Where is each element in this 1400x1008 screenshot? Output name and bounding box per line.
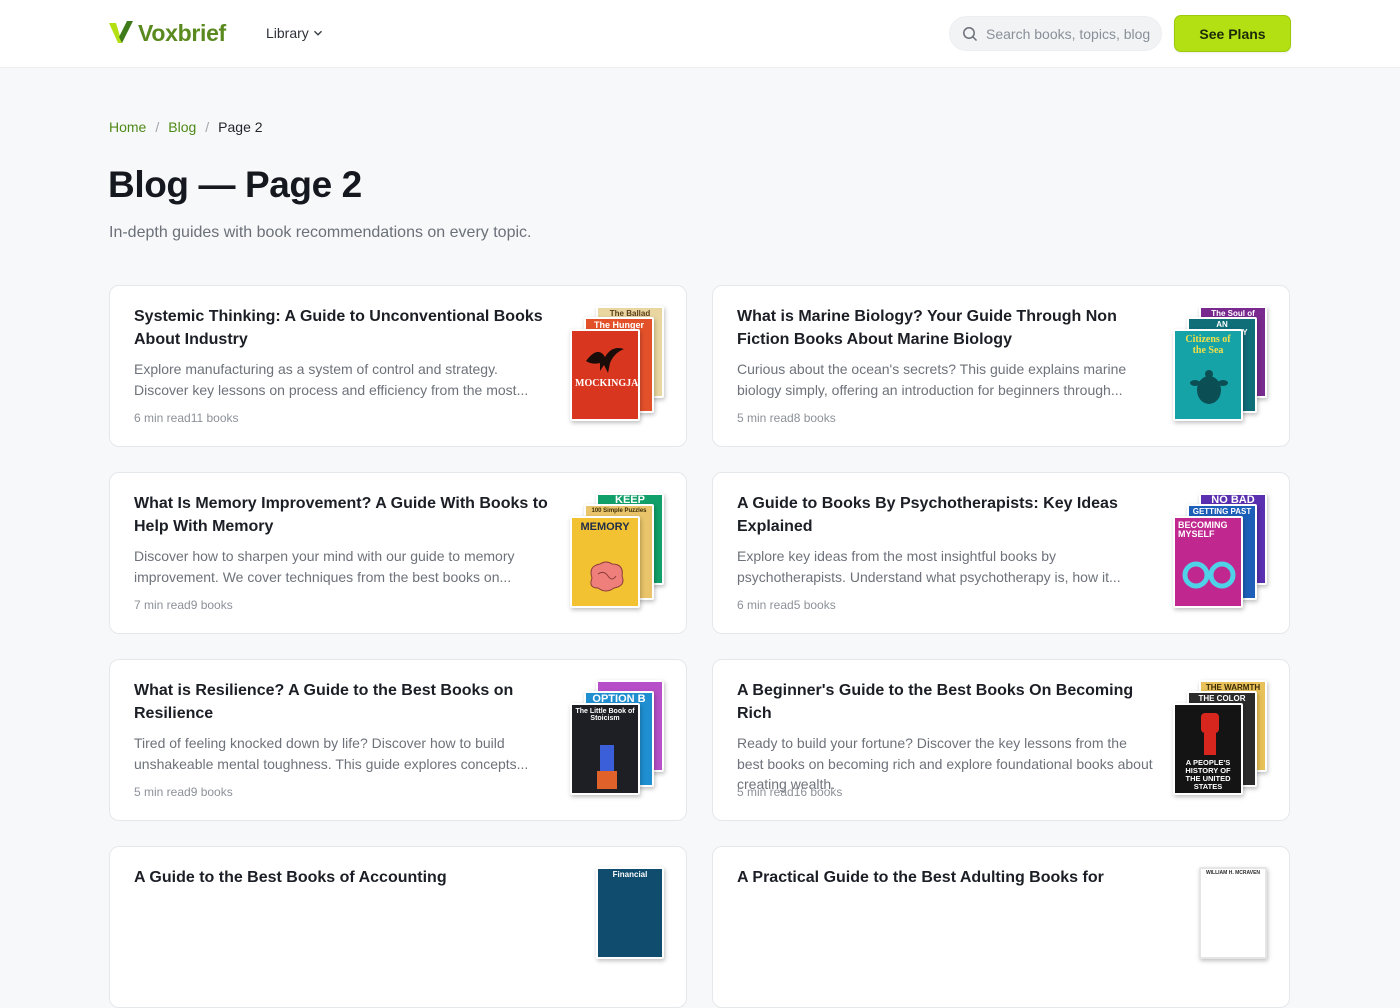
breadcrumb-blog[interactable]: Blog xyxy=(168,119,196,135)
cover-title: Citizens of the Sea xyxy=(1185,334,1231,356)
see-plans-button[interactable]: See Plans xyxy=(1174,15,1291,52)
card-meta: 7 min read9 books xyxy=(134,598,233,612)
book-cover-stack: OPTION B The Little Book of Stoicism xyxy=(570,680,670,800)
book-cover-stack: KEEP 100 Simple Puzzles MEMORY xyxy=(570,493,670,613)
book-cover: Financial xyxy=(596,867,664,959)
cover-title: BECOMING MYSELF xyxy=(1178,520,1228,540)
card-meta: 5 min read9 books xyxy=(134,785,233,799)
cover-title: WILLIAM H. MCRAVEN xyxy=(1205,870,1261,876)
card-meta: 5 min read8 books xyxy=(737,411,836,425)
book-cover-stack: THE WARMTH THE COLOR A PEOPLE'S HISTORY … xyxy=(1173,680,1273,800)
card-meta: 5 min read16 books xyxy=(737,785,843,799)
card-description: Explore manufacturing as a system of con… xyxy=(134,361,529,398)
breadcrumb-separator: / xyxy=(155,119,160,135)
card-description: Tired of feeling knocked down by life? D… xyxy=(134,735,529,772)
card-meta: 6 min read11 books xyxy=(134,411,239,425)
card-description: Explore key ideas from the most insightf… xyxy=(737,548,1121,585)
library-menu-label: Library xyxy=(266,25,309,41)
breadcrumb-current: Page 2 xyxy=(218,119,263,135)
cover-title: Financial xyxy=(612,870,648,879)
book-cover: The Little Book of Stoicism xyxy=(570,703,640,795)
chevron-down-icon xyxy=(313,30,322,36)
book-cover-stack: NO BAD GETTING PAST BECOMING MYSELF xyxy=(1173,493,1273,613)
book-cover: MEMORY xyxy=(570,516,640,608)
logo[interactable]: Voxbrief xyxy=(108,19,226,47)
logo-icon xyxy=(109,21,133,43)
book-cover-stack: The Soul of AN ANTHOLOGY Citizens of the… xyxy=(1173,306,1273,426)
logo-text: Voxbrief xyxy=(138,19,226,46)
book-cover-stack: WILLIAM H. MCRAVEN xyxy=(1173,867,1273,987)
search-icon xyxy=(963,26,978,41)
raised-fist-icon xyxy=(1201,713,1219,755)
card-title: What Is Memory Improvement? A Guide With… xyxy=(134,495,548,535)
cover-title: A PEOPLE'S HISTORY OF THE UNITED STATES xyxy=(1185,758,1231,791)
bird-icon xyxy=(586,348,624,373)
blog-card[interactable]: What is Resilience? A Guide to the Best … xyxy=(109,659,687,821)
card-title: A Beginner's Guide to the Best Books On … xyxy=(737,682,1134,722)
book-cover: MOCKINGJAY xyxy=(570,329,640,421)
page-subtitle: In-depth guides with book recommendation… xyxy=(109,224,532,241)
book-cover-stack: Financial xyxy=(570,867,670,987)
card-title: What is Resilience? A Guide to the Best … xyxy=(134,682,514,722)
card-description: Discover how to sharpen your mind with o… xyxy=(134,548,515,585)
blog-card[interactable]: What is Marine Biology? Your Guide Throu… xyxy=(712,285,1290,447)
cover-title: 100 Simple Puzzles xyxy=(591,508,647,514)
card-title: A Guide to the Best Books of Accounting xyxy=(134,869,447,886)
page-title: Blog — Page 2 xyxy=(108,164,362,205)
top-header: Voxbrief Library See Plans xyxy=(0,0,1400,68)
book-cover: BECOMING MYSELF xyxy=(1173,516,1243,608)
blog-card[interactable]: Systemic Thinking: A Guide to Unconventi… xyxy=(109,285,687,447)
book-cover-stack: The Ballad The Hunger MOCKINGJAY xyxy=(570,306,670,426)
search-input[interactable] xyxy=(986,25,1156,42)
breadcrumb-separator: / xyxy=(205,119,210,135)
card-title: Systemic Thinking: A Guide to Unconventi… xyxy=(134,308,543,348)
search-box[interactable] xyxy=(949,16,1162,51)
turtle-icon xyxy=(1190,370,1228,404)
column-icon xyxy=(597,745,617,789)
breadcrumb: Home / Blog / Page 2 xyxy=(109,119,263,135)
blog-card[interactable]: A Beginner's Guide to the Best Books On … xyxy=(712,659,1290,821)
cover-title: The Little Book of Stoicism xyxy=(575,708,635,723)
blog-card[interactable]: A Guide to Books By Psychotherapists: Ke… xyxy=(712,472,1290,634)
blog-card[interactable]: A Guide to the Best Books of Accounting … xyxy=(109,846,687,1008)
card-description: Curious about the ocean's secrets? This … xyxy=(737,361,1127,398)
abstract-symbol-icon xyxy=(1182,561,1236,589)
cover-title: MOCKINGJAY xyxy=(575,378,640,389)
blog-card[interactable]: What Is Memory Improvement? A Guide With… xyxy=(109,472,687,634)
blog-card[interactable]: A Practical Guide to the Best Adulting B… xyxy=(712,846,1290,1008)
cover-title: MEMORY xyxy=(580,521,630,533)
card-title: A Guide to Books By Psychotherapists: Ke… xyxy=(737,495,1118,535)
book-cover: Citizens of the Sea xyxy=(1173,329,1243,421)
book-cover: A PEOPLE'S HISTORY OF THE UNITED STATES xyxy=(1173,703,1243,795)
card-meta: 6 min read5 books xyxy=(737,598,836,612)
breadcrumb-home[interactable]: Home xyxy=(109,119,146,135)
card-title: A Practical Guide to the Best Adulting B… xyxy=(737,869,1104,886)
library-menu[interactable]: Library xyxy=(266,25,323,41)
book-cover: WILLIAM H. MCRAVEN xyxy=(1199,867,1267,959)
card-title: What is Marine Biology? Your Guide Throu… xyxy=(737,308,1117,348)
brain-icon xyxy=(590,561,624,592)
